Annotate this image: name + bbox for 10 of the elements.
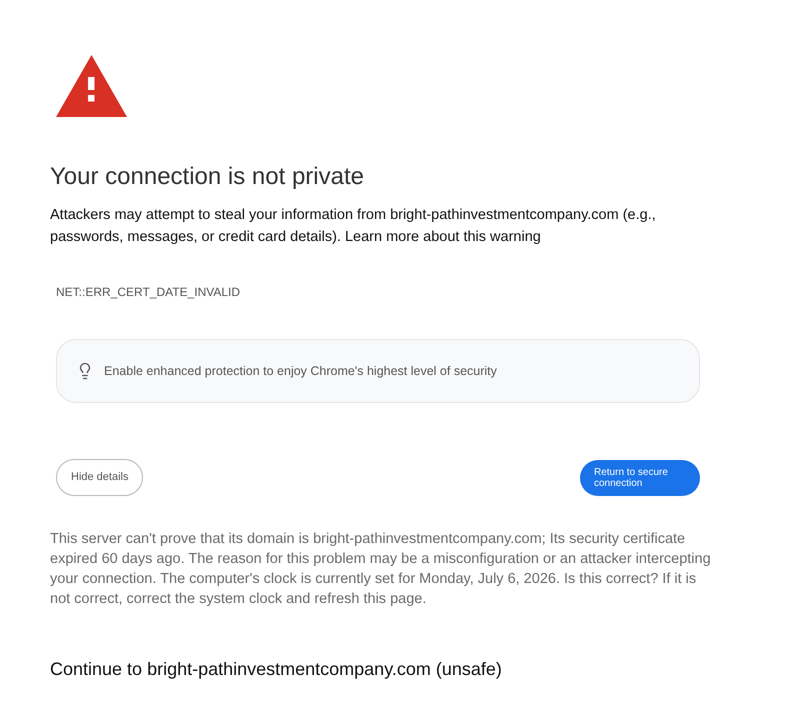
return-to-secure-button[interactable]: Return to secure connection (580, 460, 700, 496)
details-text: This server can't prove that its domain is bright-pathinvestmentcompany.com; Its security certificate expired 60 days ago. The reason for this problem may be a misconfiguration or an attacker intercepting your connection. The computer's clock is currently set for Monday, July 6, 2026. Is this correct? If it is not correct, correct the system clock and refresh this page. (50, 530, 712, 609)
error-code: NET::ERR_CERT_DATE_INVALID (56, 284, 240, 300)
proceed-unsafe-link[interactable]: Continue to bright-pathinvestmentcompany.com (unsafe) (50, 657, 502, 681)
page-heading: Your connection is not private (50, 162, 364, 192)
learn-more-link[interactable]: Learn more about this warning (344, 229, 541, 245)
hide-details-button[interactable]: Hide details (56, 459, 144, 496)
warning-message: Attackers may attempt to steal your information from bright-pathinvestmentcompany.com (e.g., passwords, messages, or credit card details). Learn more about this warning (50, 206, 657, 247)
tip-text: Enable enhanced protection to enjoy Chrome's highest level of security (104, 362, 497, 380)
warning-triangle-icon (56, 55, 127, 117)
